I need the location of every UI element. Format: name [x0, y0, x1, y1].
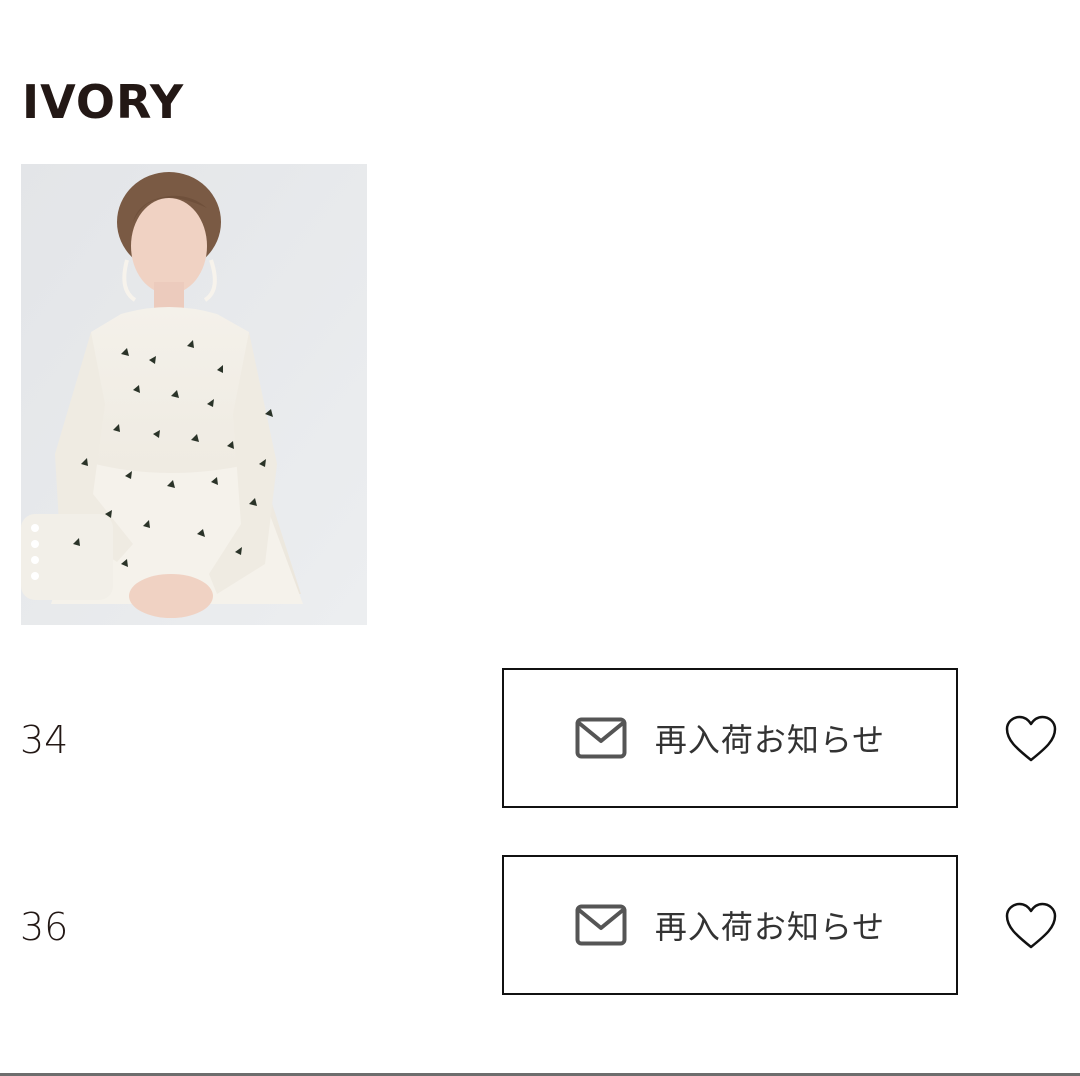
restock-notify-label: 再入荷お知らせ — [654, 908, 886, 946]
restock-notify-button[interactable]: 再入荷お知らせ — [502, 855, 958, 995]
color-name-heading: IVORY — [22, 75, 185, 129]
size-label: 36 — [20, 905, 69, 949]
heart-outline-icon[interactable] — [1004, 901, 1058, 951]
size-row-36: 36 再入荷お知らせ — [0, 855, 1080, 999]
model-photo-illustration — [21, 164, 367, 625]
size-row-34: 34 再入荷お知らせ — [0, 668, 1080, 812]
heart-outline-icon[interactable] — [1004, 714, 1058, 764]
size-label: 34 — [20, 718, 69, 762]
product-image[interactable] — [21, 164, 367, 625]
restock-notify-button[interactable]: 再入荷お知らせ — [502, 668, 958, 808]
restock-notify-label: 再入荷お知らせ — [654, 721, 886, 759]
mail-icon — [575, 904, 627, 946]
mail-icon — [575, 717, 627, 759]
